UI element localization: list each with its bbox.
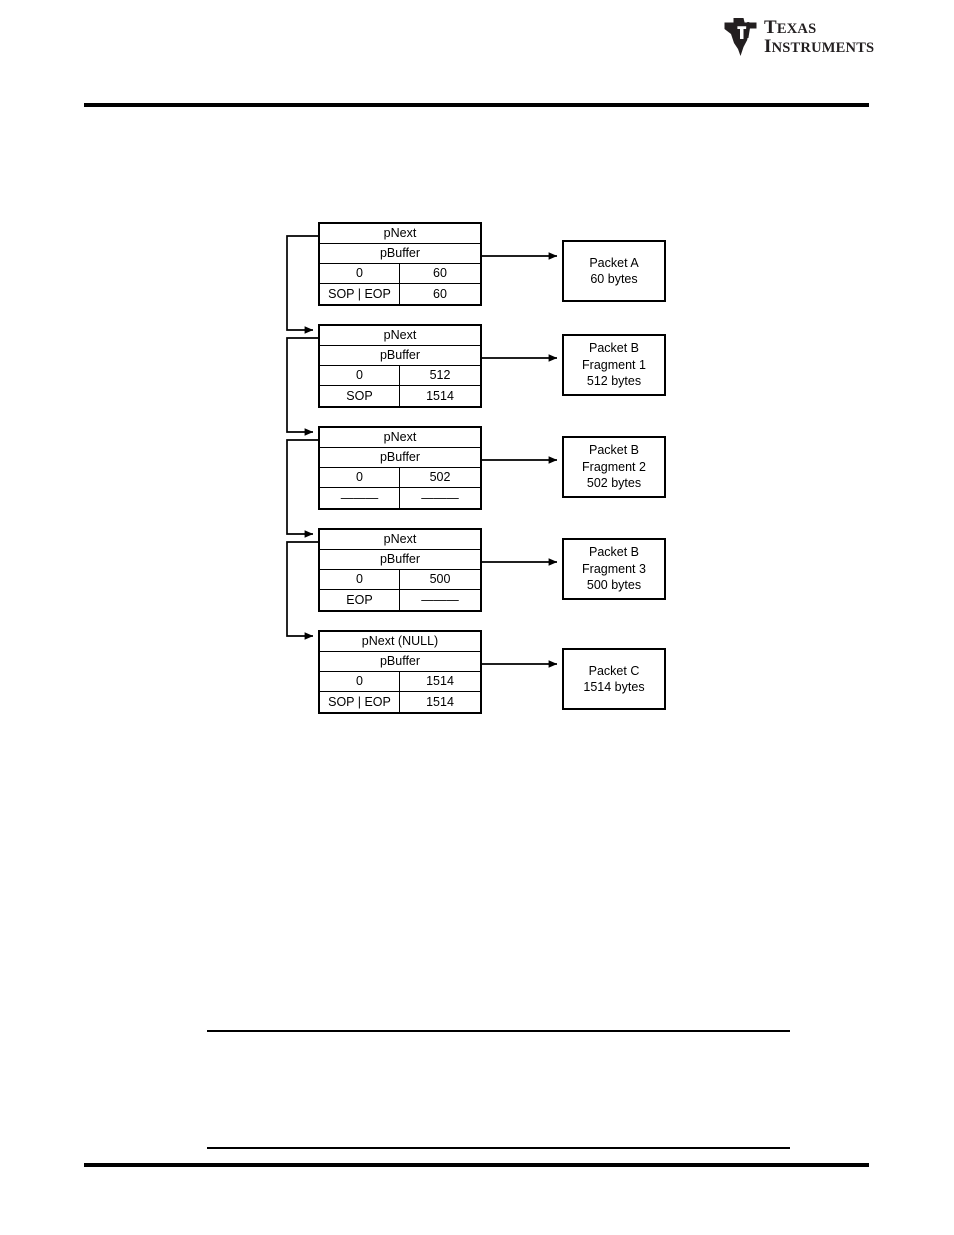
descriptor-row-pbuffer: pBuffer [320, 346, 480, 366]
packet-line-1: Packet B [588, 545, 640, 560]
packet-length-value: ——— [421, 490, 459, 505]
pbuffer-label: pBuffer [379, 348, 421, 363]
descriptor-row-flags-packetlength: ——— ——— [320, 488, 480, 508]
packet-line-1: Packet B [588, 443, 640, 458]
flags-value: SOP | EOP [320, 284, 400, 304]
pnext-label: pNext [383, 430, 417, 445]
flags-value: SOP [320, 386, 400, 406]
descriptor-row-pnext: pNext [320, 530, 480, 550]
pnext-label: pNext [383, 328, 417, 343]
packet-length-value: 60 [433, 286, 447, 301]
pbuffer-label: pBuffer [379, 246, 421, 261]
pbuffer-label: pBuffer [379, 450, 421, 465]
length-value: 1514 [426, 674, 454, 689]
descriptor-row-pbuffer: pBuffer [320, 652, 480, 672]
pnext-label: pNext [383, 226, 417, 241]
document-page: TEXAS INSTRUMENTS pNext pBuffer 0 60 SOP… [0, 0, 954, 1235]
offset-value: 0 [320, 468, 400, 487]
descriptor-group-1: pNext pBuffer 0 60 SOP | EOP 60 Packet A… [0, 222, 954, 314]
descriptor-row-pbuffer: pBuffer [320, 244, 480, 264]
packet-box-5[interactable]: Packet C 1514 bytes [562, 648, 666, 710]
packet-line-1: Packet B [588, 341, 640, 356]
offset-value: 0 [320, 672, 400, 691]
footer-rule [84, 1163, 869, 1167]
descriptor-row-flags-packetlength: EOP ——— [320, 590, 480, 610]
descriptor-row-flags-packetlength: SOP | EOP 1514 [320, 692, 480, 712]
packet-descriptor-chain-diagram: pNext pBuffer 0 60 SOP | EOP 60 Packet A… [0, 0, 954, 760]
pnext-label: pNext [383, 532, 417, 547]
packet-line-3: 512 bytes [586, 374, 642, 389]
packet-length-value: 1514 [426, 388, 454, 403]
packet-line-2: Fragment 3 [582, 561, 646, 576]
packet-box-4[interactable]: Packet B Fragment 3 500 bytes [562, 538, 666, 600]
pbuffer-label: pBuffer [379, 654, 421, 669]
packet-length-value: ——— [421, 592, 459, 607]
length-value: 512 [429, 368, 451, 383]
descriptor-row-offset-length: 0 1514 [320, 672, 480, 692]
descriptor-row-offset-length: 0 60 [320, 264, 480, 284]
content-rule-lower [207, 1147, 790, 1149]
packet-line-2: 1514 bytes [583, 680, 645, 694]
descriptor-row-flags-packetlength: SOP | EOP 60 [320, 284, 480, 304]
descriptor-row-pnext: pNext [320, 326, 480, 346]
offset-value: 0 [320, 264, 400, 283]
packet-line-3: 500 bytes [586, 578, 642, 593]
flags-value: EOP [320, 590, 400, 610]
descriptor-row-pbuffer: pBuffer [320, 448, 480, 468]
descriptor-block-2[interactable]: pNext pBuffer 0 512 SOP 1514 [318, 324, 482, 408]
offset-value: 0 [320, 366, 400, 385]
packet-box-2[interactable]: Packet B Fragment 1 512 bytes [562, 334, 666, 396]
descriptor-group-5: pNext (NULL) pBuffer 0 1514 SOP | EOP 15… [0, 630, 954, 722]
length-value: 60 [433, 266, 447, 281]
length-value: 502 [429, 470, 451, 485]
descriptor-row-offset-length: 0 512 [320, 366, 480, 386]
packet-length-value: 1514 [426, 694, 454, 709]
descriptor-row-pnext: pNext [320, 224, 480, 244]
packet-line-2: Fragment 1 [582, 357, 646, 372]
descriptor-block-1[interactable]: pNext pBuffer 0 60 SOP | EOP 60 [318, 222, 482, 306]
descriptor-row-pbuffer: pBuffer [320, 550, 480, 570]
descriptor-row-pnext: pNext [320, 428, 480, 448]
offset-value: 0 [320, 570, 400, 589]
descriptor-block-4[interactable]: pNext pBuffer 0 500 EOP ——— [318, 528, 482, 612]
packet-box-3[interactable]: Packet B Fragment 2 502 bytes [562, 436, 666, 498]
descriptor-block-3[interactable]: pNext pBuffer 0 502 ——— ——— [318, 426, 482, 510]
flags-value: SOP | EOP [320, 692, 400, 712]
descriptor-block-5[interactable]: pNext (NULL) pBuffer 0 1514 SOP | EOP 15… [318, 630, 482, 714]
packet-line-2: 60 bytes [590, 272, 638, 286]
packet-line-3: 502 bytes [586, 476, 642, 491]
flags-value: ——— [320, 488, 400, 508]
pbuffer-label: pBuffer [379, 552, 421, 567]
packet-line-2: Fragment 2 [582, 459, 646, 474]
content-rule-upper [207, 1030, 790, 1032]
pnext-label: pNext (NULL) [361, 634, 439, 649]
packet-box-1[interactable]: Packet A 60 bytes [562, 240, 666, 302]
packet-line-1: Packet C [588, 663, 640, 678]
descriptor-row-flags-packetlength: SOP 1514 [320, 386, 480, 406]
descriptor-group-3: pNext pBuffer 0 502 ——— ——— Packet B Fra… [0, 426, 954, 518]
descriptor-row-pnext: pNext (NULL) [320, 632, 480, 652]
length-value: 500 [429, 572, 451, 587]
descriptor-row-offset-length: 0 500 [320, 570, 480, 590]
packet-line-1: Packet A [589, 255, 639, 270]
descriptor-group-4: pNext pBuffer 0 500 EOP ——— Packet B Fra… [0, 528, 954, 620]
descriptor-group-2: pNext pBuffer 0 512 SOP 1514 Packet B Fr… [0, 324, 954, 416]
descriptor-row-offset-length: 0 502 [320, 468, 480, 488]
